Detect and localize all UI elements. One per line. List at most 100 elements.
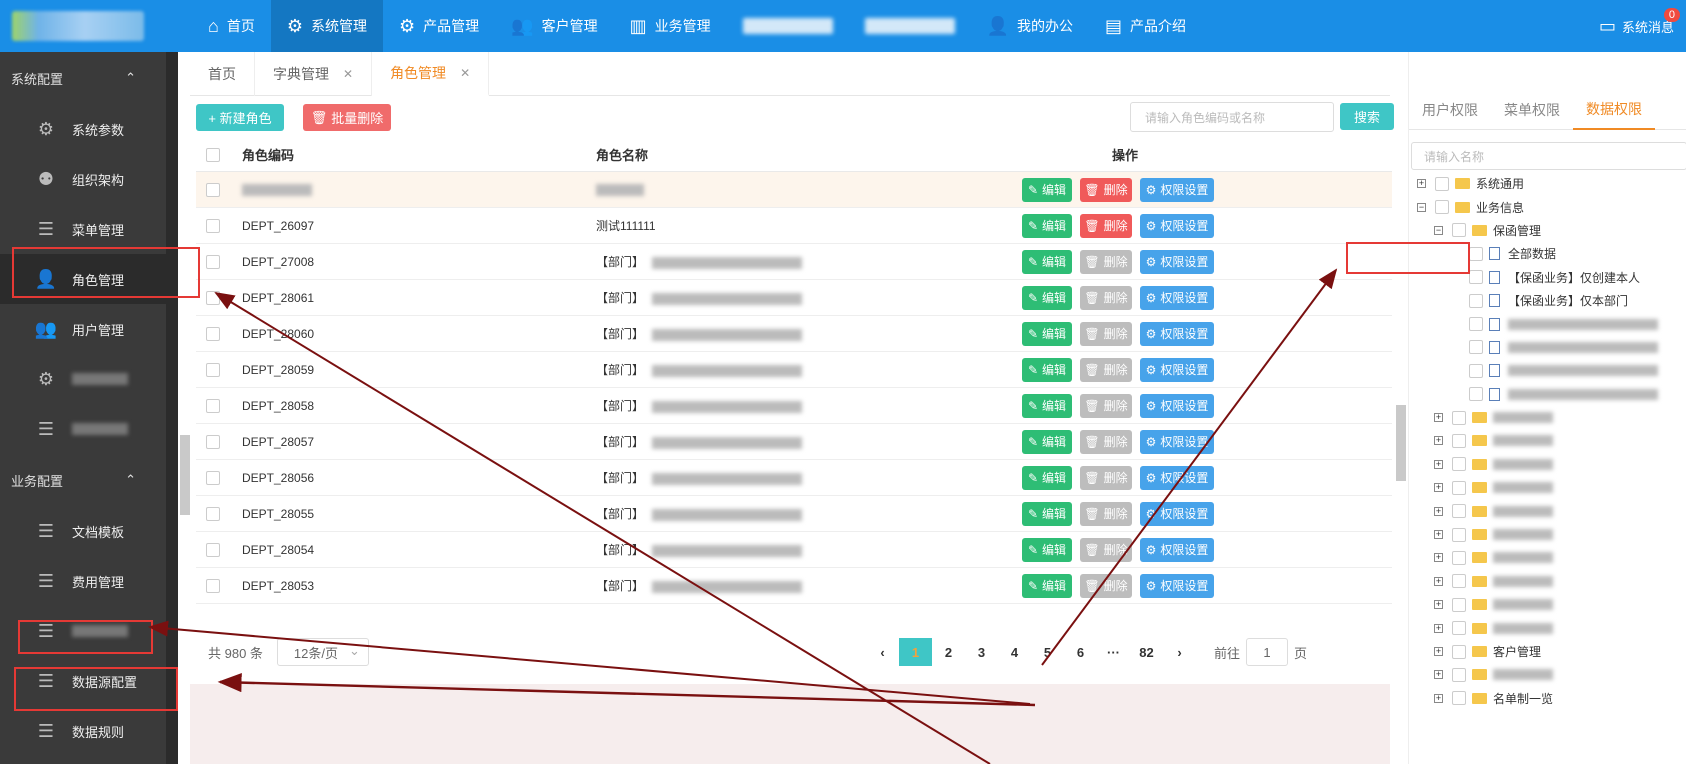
- edit-button[interactable]: ✎ 编辑: [1022, 177, 1072, 202]
- tree-node[interactable]: +: [1409, 523, 1686, 546]
- nav-item-redacted[interactable]: [849, 0, 971, 52]
- page-number[interactable]: 4: [998, 638, 1031, 666]
- delete-button[interactable]: 🗑 删除: [1080, 285, 1132, 310]
- sidebar-section-0[interactable]: 系统配置 ⌃: [0, 52, 166, 104]
- delete-button[interactable]: 🗑 删除: [1080, 573, 1132, 598]
- close-icon[interactable]: ✕: [343, 67, 353, 81]
- tree-checkbox[interactable]: [1469, 387, 1483, 402]
- edit-button[interactable]: ✎ 编辑: [1022, 501, 1072, 526]
- delete-button[interactable]: 🗑 删除: [1080, 465, 1132, 490]
- edit-button[interactable]: ✎ 编辑: [1022, 213, 1072, 238]
- permission-settings-button[interactable]: ⚙ 权限设置: [1140, 393, 1214, 418]
- tree-checkbox[interactable]: [1452, 691, 1466, 706]
- expand-icon[interactable]: +: [1434, 670, 1443, 680]
- new-role-button[interactable]: + 新建角色: [196, 104, 284, 131]
- row-checkbox[interactable]: [206, 254, 220, 269]
- edit-button[interactable]: ✎ 编辑: [1022, 429, 1072, 454]
- row-checkbox[interactable]: [206, 434, 220, 449]
- nav-item-redacted[interactable]: [727, 0, 849, 52]
- tree-checkbox[interactable]: [1452, 527, 1466, 542]
- expand-icon[interactable]: +: [1434, 436, 1443, 446]
- expand-icon[interactable]: +: [1434, 576, 1443, 586]
- edit-button[interactable]: ✎ 编辑: [1022, 573, 1072, 598]
- sidebar-item[interactable]: 👥 用户管理: [0, 304, 166, 354]
- sidebar-item[interactable]: ⚙ 系统参数: [0, 104, 166, 154]
- delete-button[interactable]: 🗑 删除: [1080, 393, 1132, 418]
- permission-settings-button[interactable]: ⚙ 权限设置: [1140, 537, 1214, 562]
- tree-checkbox[interactable]: [1469, 340, 1483, 355]
- row-checkbox[interactable]: [206, 578, 220, 593]
- permission-settings-button[interactable]: ⚙ 权限设置: [1140, 177, 1214, 202]
- tree-node[interactable]: +: [1409, 546, 1686, 569]
- close-icon[interactable]: ✕: [460, 66, 470, 80]
- edit-button[interactable]: ✎ 编辑: [1022, 537, 1072, 562]
- page-number[interactable]: 5: [1031, 638, 1064, 666]
- sidebar-item[interactable]: ☰ 数据规则: [0, 706, 166, 756]
- page-number[interactable]: ···: [1097, 638, 1130, 666]
- tree-checkbox[interactable]: [1452, 597, 1466, 612]
- expand-icon[interactable]: +: [1434, 693, 1443, 703]
- edit-button[interactable]: ✎ 编辑: [1022, 393, 1072, 418]
- expand-icon[interactable]: +: [1434, 600, 1443, 610]
- tree-node[interactable]: + 客户管理: [1409, 640, 1686, 663]
- expand-icon[interactable]: +: [1434, 623, 1443, 633]
- delete-button[interactable]: 🗑 删除: [1080, 357, 1132, 382]
- edit-button[interactable]: ✎ 编辑: [1022, 357, 1072, 382]
- tree-node[interactable]: [1409, 359, 1686, 382]
- delete-button[interactable]: 🗑 删除: [1080, 429, 1132, 454]
- nav-item-3[interactable]: 👥 客户管理: [495, 0, 613, 52]
- delete-button[interactable]: 🗑 删除: [1080, 537, 1132, 562]
- edit-button[interactable]: ✎ 编辑: [1022, 285, 1072, 310]
- delete-button[interactable]: 🗑 删除: [1080, 249, 1132, 274]
- expand-icon[interactable]: +: [1434, 459, 1443, 469]
- nav-item-2[interactable]: ⚙ 产品管理: [383, 0, 495, 52]
- sidebar-section-1[interactable]: 业务配置 ⌃: [0, 454, 166, 506]
- tree-checkbox[interactable]: [1452, 410, 1466, 425]
- permission-settings-button[interactable]: ⚙ 权限设置: [1140, 357, 1214, 382]
- permission-tab[interactable]: 数据权限: [1573, 90, 1655, 130]
- tree-checkbox[interactable]: [1435, 176, 1449, 191]
- permission-settings-button[interactable]: ⚙ 权限设置: [1140, 249, 1214, 274]
- tree-checkbox[interactable]: [1469, 317, 1483, 332]
- tab-2[interactable]: 角色管理 ✕: [372, 52, 490, 96]
- tree-checkbox[interactable]: [1452, 504, 1466, 519]
- tree-checkbox[interactable]: [1452, 574, 1466, 589]
- page-number[interactable]: 1: [899, 638, 932, 666]
- tree-node[interactable]: + 系统通用: [1409, 172, 1686, 195]
- tree-checkbox[interactable]: [1469, 363, 1483, 378]
- nav-item-5[interactable]: 👤 我的办公: [971, 0, 1089, 52]
- delete-button[interactable]: 🗑 删除: [1080, 501, 1132, 526]
- permission-settings-button[interactable]: ⚙ 权限设置: [1140, 465, 1214, 490]
- tree-node[interactable]: + 名单制一览: [1409, 687, 1686, 710]
- permission-settings-button[interactable]: ⚙ 权限设置: [1140, 429, 1214, 454]
- tree-checkbox[interactable]: [1469, 246, 1483, 261]
- tree-checkbox[interactable]: [1452, 457, 1466, 472]
- tree-search-input[interactable]: 请输入名称: [1411, 142, 1686, 170]
- tree-node[interactable]: +: [1409, 570, 1686, 593]
- permission-settings-button[interactable]: ⚙ 权限设置: [1140, 285, 1214, 310]
- tab-0[interactable]: 首页: [190, 52, 255, 96]
- row-checkbox[interactable]: [206, 290, 220, 305]
- tree-checkbox[interactable]: [1452, 223, 1466, 238]
- sidebar-item[interactable]: ☰ 费用管理: [0, 556, 166, 606]
- tree-node[interactable]: 【保函业务】仅本部门: [1409, 289, 1686, 312]
- page-number[interactable]: 6: [1064, 638, 1097, 666]
- expand-icon[interactable]: +: [1434, 647, 1443, 656]
- tree-checkbox[interactable]: [1452, 644, 1466, 659]
- batch-delete-button[interactable]: 🗑 批量删除: [303, 104, 391, 131]
- select-all-checkbox[interactable]: [206, 147, 220, 162]
- expand-icon[interactable]: +: [1434, 483, 1443, 493]
- tree-node[interactable]: +: [1409, 476, 1686, 499]
- expand-icon[interactable]: +: [1434, 530, 1443, 540]
- tree-node[interactable]: +: [1409, 663, 1686, 686]
- delete-button[interactable]: 🗑 删除: [1080, 177, 1132, 202]
- tree-node[interactable]: [1409, 336, 1686, 359]
- page-number[interactable]: 82: [1130, 638, 1163, 666]
- row-checkbox[interactable]: [206, 182, 220, 197]
- edit-button[interactable]: ✎ 编辑: [1022, 465, 1072, 490]
- permission-tab[interactable]: 菜单权限: [1491, 90, 1573, 130]
- sidebar-collapse-handle[interactable]: [180, 435, 190, 515]
- tree-node[interactable]: +: [1409, 406, 1686, 429]
- delete-button[interactable]: 🗑 删除: [1080, 213, 1132, 238]
- permission-settings-button[interactable]: ⚙ 权限设置: [1140, 213, 1214, 238]
